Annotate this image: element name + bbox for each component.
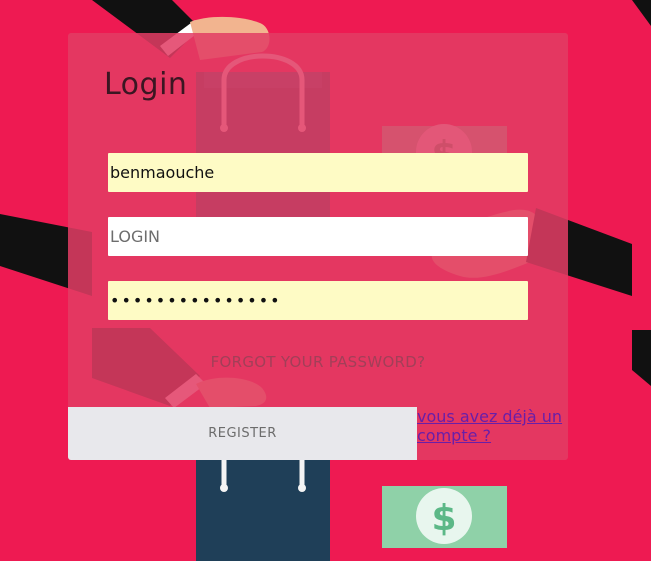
- have-account-link[interactable]: vous avez déjà un compte ?: [417, 407, 577, 445]
- shopping-bag-icon: [196, 458, 330, 561]
- register-button[interactable]: REGISTER: [68, 407, 417, 460]
- sleeve-shape: [632, 0, 651, 26]
- sleeve-shape: [632, 330, 651, 386]
- username-field[interactable]: [108, 153, 528, 192]
- page-title: Login: [104, 67, 188, 102]
- password-field[interactable]: [108, 281, 528, 320]
- forgot-password-link[interactable]: FORGOT YOUR PASSWORD?: [68, 353, 568, 371]
- svg-text:$: $: [431, 498, 456, 539]
- login-field[interactable]: [108, 217, 528, 256]
- login-card: Login FORGOT YOUR PASSWORD? REGISTER vou…: [68, 33, 568, 460]
- dollar-bill-icon: $: [382, 486, 507, 548]
